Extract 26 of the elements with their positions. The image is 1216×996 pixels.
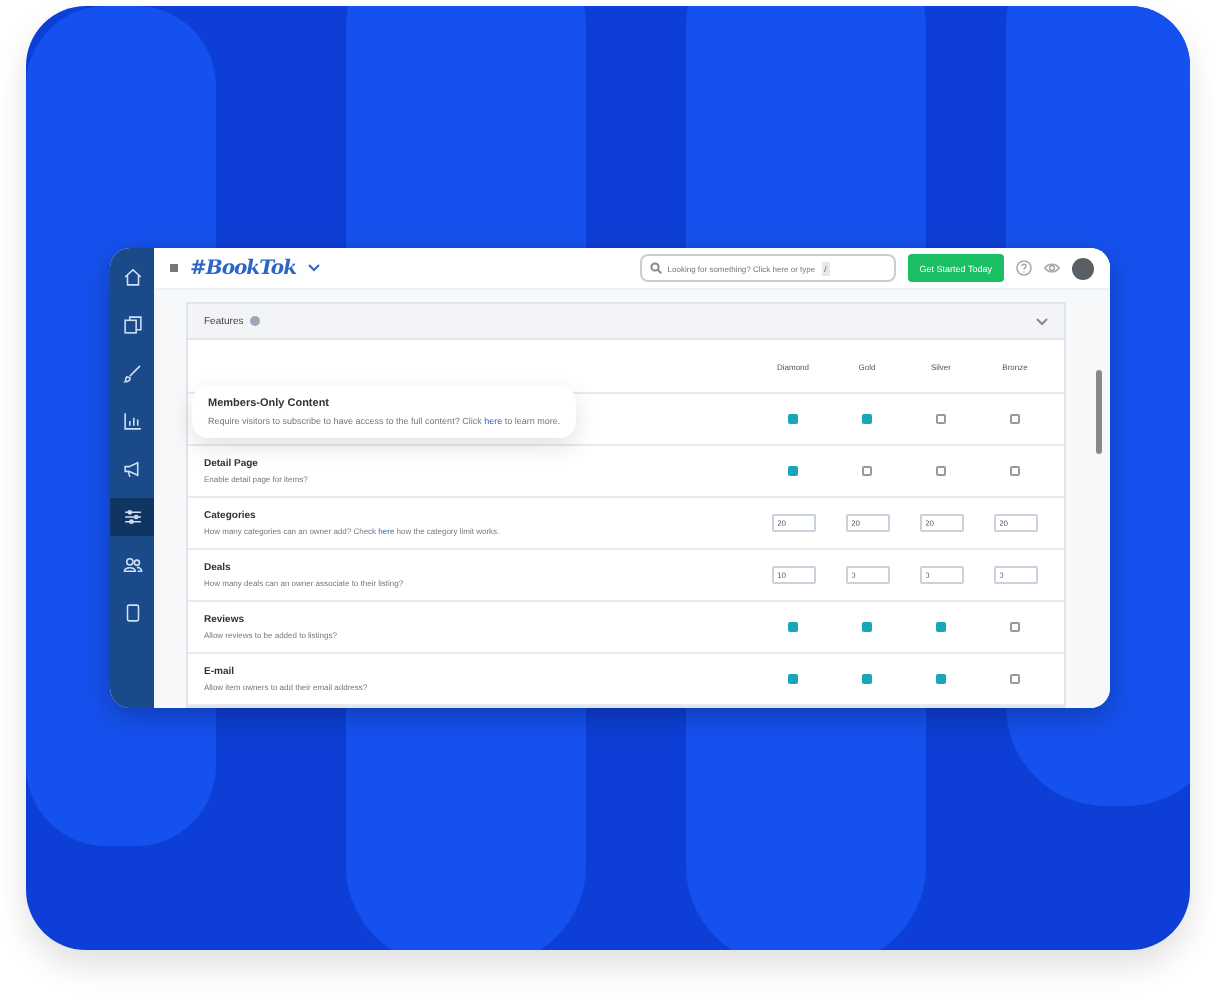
checkbox[interactable] (936, 622, 946, 632)
logo[interactable]: #BookTok (190, 257, 296, 279)
checkbox[interactable] (1010, 414, 1020, 424)
checkbox[interactable] (862, 622, 872, 632)
checkbox[interactable] (936, 414, 946, 424)
checkbox[interactable] (788, 622, 798, 632)
checkbox[interactable] (862, 674, 872, 684)
sliders-nav-icon[interactable] (110, 498, 154, 536)
chevron-down-icon[interactable] (1036, 317, 1048, 325)
checkbox[interactable] (1010, 622, 1020, 632)
eye-icon[interactable] (1044, 260, 1060, 276)
checkbox[interactable] (862, 414, 872, 424)
info-icon[interactable] (249, 316, 260, 326)
search-icon (649, 262, 662, 274)
chevron-down-icon[interactable] (308, 264, 320, 272)
avatar[interactable] (1072, 257, 1094, 279)
checkbox[interactable] (1010, 466, 1020, 476)
checkbox[interactable] (936, 466, 946, 476)
checkbox[interactable] (936, 674, 946, 684)
help-icon[interactable] (1016, 260, 1032, 276)
checkbox[interactable] (862, 466, 872, 476)
checkbox[interactable] (788, 466, 798, 476)
checkbox[interactable] (788, 674, 798, 684)
scrollbar-thumb[interactable] (1096, 370, 1102, 454)
checkbox[interactable] (788, 414, 798, 424)
checkbox[interactable] (1010, 674, 1020, 684)
